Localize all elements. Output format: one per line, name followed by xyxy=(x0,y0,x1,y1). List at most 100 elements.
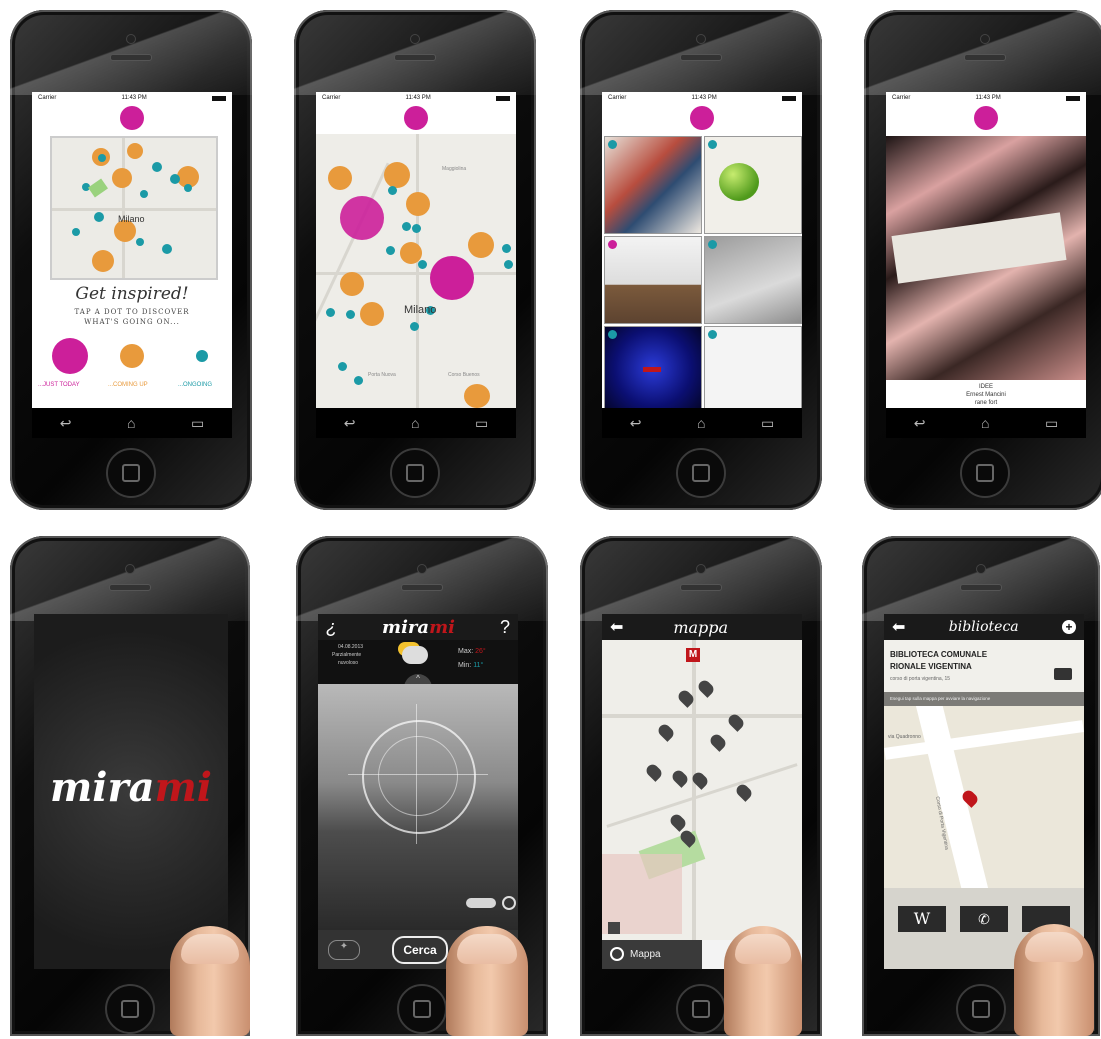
map-pin[interactable] xyxy=(708,732,728,752)
carrier-label: Carrier xyxy=(322,95,341,101)
phone-1: Carrier 11:43 PM Milano Get inspired! TA… xyxy=(10,10,252,510)
gallery-tile-gallery-room[interactable] xyxy=(604,236,702,324)
weather-cloud-icon xyxy=(402,646,428,664)
logo-mi: mi xyxy=(154,764,213,811)
status-bar: Carrier 11:43 PM xyxy=(886,92,1086,104)
home-button[interactable] xyxy=(676,448,726,498)
zoom-toggle[interactable] xyxy=(608,922,620,934)
front-camera xyxy=(126,34,136,44)
map-pin[interactable] xyxy=(670,768,690,788)
artwork-image[interactable] xyxy=(886,136,1086,380)
speaker xyxy=(960,584,1002,591)
settings-icon[interactable] xyxy=(502,896,516,910)
home-button[interactable] xyxy=(106,448,156,498)
app-logo-dot[interactable] xyxy=(404,106,428,130)
battery-icon xyxy=(212,95,226,101)
place-address: corso di porta vigentina, 15 xyxy=(890,676,951,682)
speaker xyxy=(109,584,151,591)
headline: Get inspired! xyxy=(75,284,189,304)
home-button[interactable] xyxy=(676,984,726,1034)
map-pin[interactable] xyxy=(644,762,664,782)
home-button[interactable] xyxy=(397,984,447,1034)
map-pin[interactable] xyxy=(656,722,676,742)
screen: Carrier 11:43 PM xyxy=(602,92,802,408)
add-icon[interactable]: + xyxy=(1061,620,1076,634)
phone-2: Carrier 11:43 PM Milano Maggiolina Porta… xyxy=(294,10,536,510)
carrier-label: Carrier xyxy=(608,95,627,101)
recent-apps-icon[interactable]: ▭ xyxy=(191,415,204,432)
back-icon[interactable]: ↩ xyxy=(60,415,72,432)
phone-8: ⬅ biblioteca + BIBLIOTECA COMUNALE RIONA… xyxy=(862,536,1100,1036)
weather-panel: 04.08.2013 Parzialmente nuvoloso Max: 26… xyxy=(318,640,518,688)
finger-image xyxy=(170,926,250,1036)
time-label: 11:43 PM xyxy=(121,95,147,101)
android-nav-bar: ↩ ⌂ ▭ xyxy=(602,408,802,438)
home-button[interactable] xyxy=(956,984,1006,1034)
front-camera xyxy=(976,564,986,574)
gallery-tile-blue[interactable] xyxy=(604,326,702,408)
speaker xyxy=(401,584,443,591)
logo-mira: mira xyxy=(382,616,430,638)
legend-coming-dot[interactable] xyxy=(120,344,144,368)
weather-date: 04.08.2013 xyxy=(338,644,364,650)
home-button[interactable] xyxy=(960,448,1010,498)
legend-today-dot[interactable] xyxy=(52,338,88,374)
android-nav-bar: ↩ ⌂ ▭ xyxy=(316,408,516,438)
legend-ongoing-dot[interactable] xyxy=(196,350,208,362)
back-icon[interactable]: ↩ xyxy=(344,415,356,432)
camera-toggle[interactable] xyxy=(466,898,496,908)
splash-logo: mirami xyxy=(34,764,228,811)
back-icon[interactable]: ↩ xyxy=(914,415,926,432)
gallery-tile-portrait[interactable] xyxy=(604,136,702,234)
gallery-tile-apple[interactable] xyxy=(704,136,802,234)
info-button[interactable]: ¿ xyxy=(326,617,337,638)
back-icon[interactable]: ↩ xyxy=(630,415,642,432)
app-logo-dot[interactable] xyxy=(690,106,714,130)
home-nav-icon[interactable]: ⌂ xyxy=(697,415,705,431)
gallery-tile-grey[interactable] xyxy=(704,236,802,324)
carrier-label: Carrier xyxy=(38,95,57,101)
help-button[interactable]: ? xyxy=(500,617,510,638)
home-button[interactable] xyxy=(105,984,155,1034)
camera-icon[interactable] xyxy=(1054,668,1072,680)
phone-3: Carrier 11:43 PM ↩ ⌂ ▭ xyxy=(580,10,822,510)
call-button[interactable]: ✆ xyxy=(960,906,1008,932)
detail-screen: ⬅ biblioteca + BIBLIOTECA COMUNALE RIONA… xyxy=(884,614,1084,969)
map-preview[interactable]: Milano xyxy=(50,136,218,280)
back-arrow-icon[interactable]: ⬅ xyxy=(610,617,623,637)
mini-map[interactable]: via Quadronno Corso di Porta Vigentina xyxy=(884,706,1084,888)
search-button[interactable]: Cerca xyxy=(392,936,448,964)
home-nav-icon[interactable]: ⌂ xyxy=(411,415,419,431)
battery-icon xyxy=(782,95,796,101)
wikipedia-button[interactable]: W xyxy=(898,906,946,932)
tab-mappa[interactable]: Mappa xyxy=(602,940,702,969)
weather-forecast-1: Parzialmente xyxy=(332,652,362,658)
camera-view[interactable] xyxy=(318,684,518,930)
metro-station-icon[interactable]: M xyxy=(686,648,700,662)
app-logo-dot[interactable] xyxy=(974,106,998,130)
map-label-3: Corso Buenos xyxy=(448,372,480,378)
map-city-label: Milano xyxy=(404,304,437,316)
android-nav-bar: ↩ ⌂ ▭ xyxy=(886,408,1086,438)
logo-mira: mira xyxy=(49,764,155,811)
back-arrow-icon[interactable]: ⬅ xyxy=(892,617,905,637)
header-title: mappa xyxy=(673,617,729,637)
time-label: 11:43 PM xyxy=(405,95,431,101)
home-button[interactable] xyxy=(390,448,440,498)
home-nav-icon[interactable]: ⌂ xyxy=(127,415,135,431)
finger-image xyxy=(446,926,528,1036)
recent-apps-icon[interactable]: ▭ xyxy=(761,415,774,432)
app-logo-dot[interactable] xyxy=(120,106,144,130)
home-nav-icon[interactable]: ⌂ xyxy=(981,415,989,431)
gallery-tile-lines[interactable] xyxy=(704,326,802,408)
screen: Carrier 11:43 PM Milano Maggiolina Porta… xyxy=(316,92,516,408)
recent-apps-icon[interactable]: ▭ xyxy=(1045,415,1058,432)
phone-6: ¿ mirami ? 04.08.2013 Parzialmente nuvol… xyxy=(296,536,548,1036)
battery-icon xyxy=(1066,95,1080,101)
map-pin[interactable] xyxy=(668,812,688,832)
map-pin[interactable] xyxy=(696,678,716,698)
locate-button[interactable]: ✦ xyxy=(328,940,360,960)
legend-ongoing-label: ...ONGOING xyxy=(178,382,213,388)
street-label-1: via Quadronno xyxy=(888,734,921,740)
recent-apps-icon[interactable]: ▭ xyxy=(475,415,488,432)
